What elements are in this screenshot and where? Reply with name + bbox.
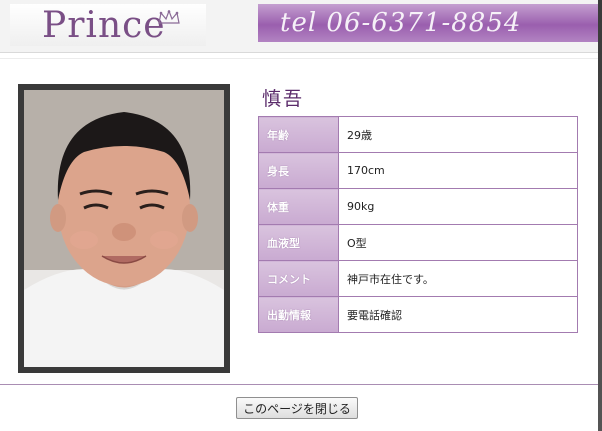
- table-row: 年齢 29歳: [258, 116, 578, 153]
- table-row: 出勤情報 要電話確認: [258, 296, 578, 333]
- profile-name: 慎吾: [262, 88, 305, 110]
- profile-photo-frame: [18, 84, 230, 373]
- row-value: 90kg: [338, 188, 578, 225]
- table-row: 身長 170cm: [258, 152, 578, 189]
- row-label: 身長: [258, 152, 339, 189]
- row-label: 年齢: [258, 116, 339, 153]
- profile-table: 年齢 29歳 身長 170cm 体重 90kg 血液型 O型 コメント 神戸市在…: [258, 116, 578, 333]
- row-value: 170cm: [338, 152, 578, 189]
- tel-number: tel 06-6371-8854: [280, 8, 522, 38]
- table-row: コメント 神戸市在住です。: [258, 260, 578, 297]
- crown-icon: [158, 10, 180, 24]
- row-value: 神戸市在住です。: [338, 260, 578, 297]
- row-value: O型: [338, 224, 578, 261]
- table-row: 血液型 O型: [258, 224, 578, 261]
- header-divider: [0, 58, 602, 59]
- site-header: Prince tel 06-6371-8854: [0, 0, 602, 53]
- row-value: 要電話確認: [338, 296, 578, 333]
- row-label: 血液型: [258, 224, 339, 261]
- profile-photo: [24, 90, 224, 367]
- logo-text: Prince: [42, 5, 166, 46]
- window-edge: [598, 0, 602, 431]
- row-label: 体重: [258, 188, 339, 225]
- close-page-button[interactable]: このページを閉じる: [236, 397, 358, 419]
- site-logo[interactable]: Prince: [10, 4, 206, 46]
- row-value: 29歳: [338, 116, 578, 153]
- footer-divider: [0, 384, 598, 385]
- profile-page: Prince tel 06-6371-8854 慎吾 年齢 29歳 身長 170…: [0, 0, 602, 431]
- tel-banner: tel 06-6371-8854: [258, 4, 598, 42]
- row-label: コメント: [258, 260, 339, 297]
- table-row: 体重 90kg: [258, 188, 578, 225]
- row-label: 出勤情報: [258, 296, 339, 333]
- profile-photo-image: [24, 90, 224, 367]
